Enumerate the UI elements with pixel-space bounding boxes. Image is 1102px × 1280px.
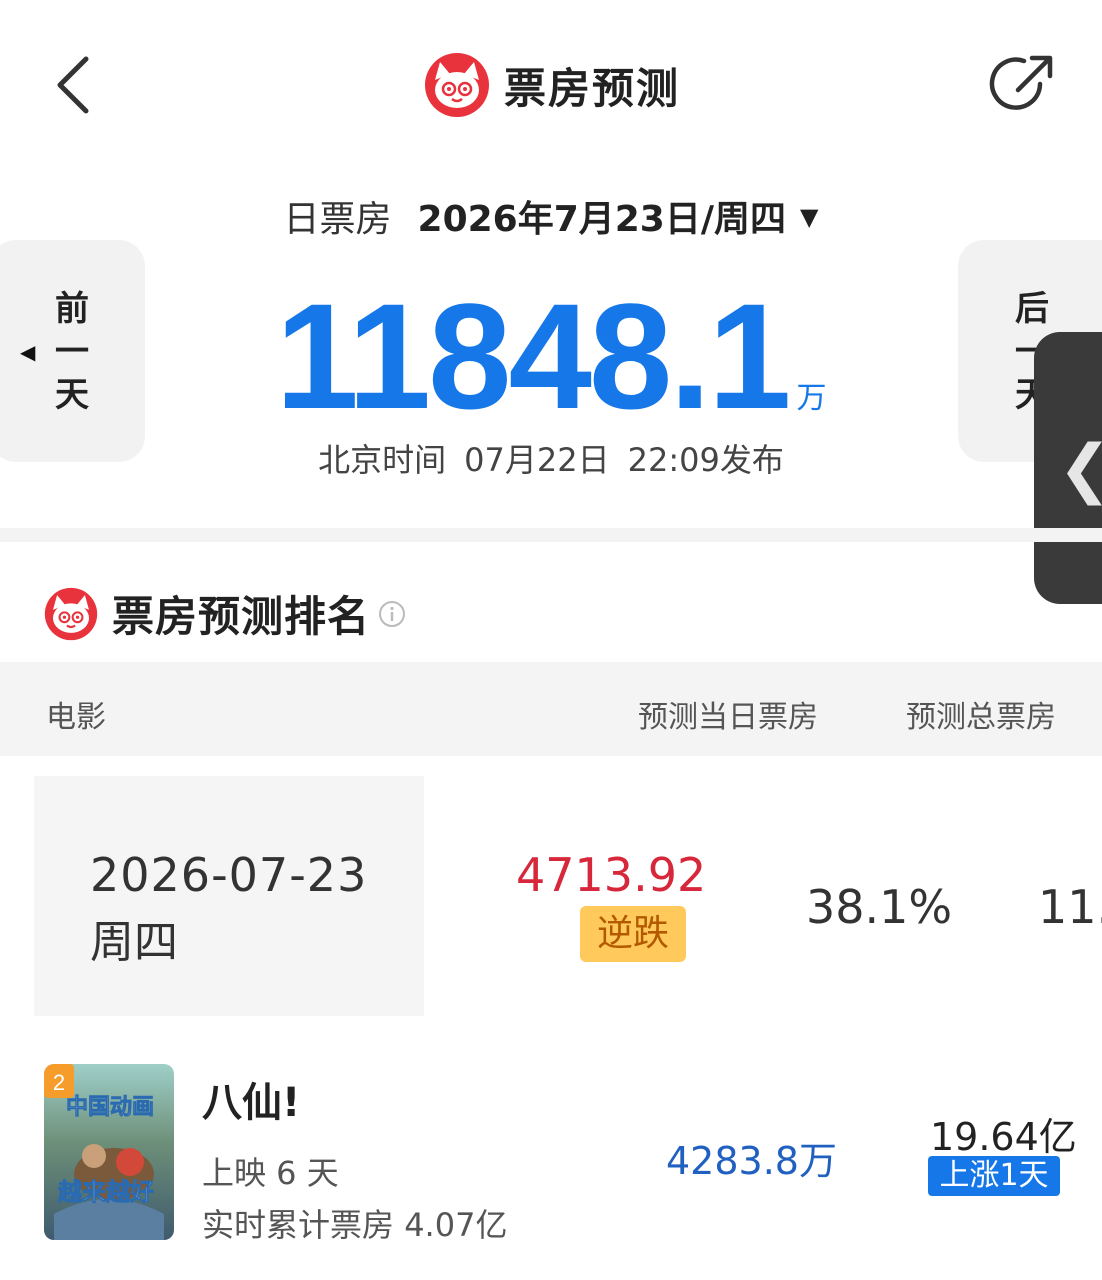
forecast-total-partial: 11.	[1038, 880, 1102, 934]
daily-box-office-total: 11848.1 万	[0, 270, 1102, 443]
poster-text-bottom: 越来越好	[58, 1178, 154, 1206]
poster-text-top: 中国动画	[66, 1095, 154, 1120]
column-header-total-forecast[interactable]: 预测总票房	[906, 692, 1056, 736]
forecast-date: 2026-07-23	[90, 848, 368, 902]
date-selector-label: 日票房	[283, 199, 392, 240]
forecast-day-value: 4713.92	[516, 848, 707, 902]
movie-title[interactable]: 八仙!	[202, 1070, 300, 1128]
maoyan-logo-icon	[425, 53, 489, 117]
chevron-left-icon: ❮	[1058, 432, 1102, 506]
total-unit: 万	[796, 381, 827, 416]
rank-badge: 2	[53, 1070, 65, 1095]
column-header-movie: 电影	[46, 700, 106, 735]
back-button[interactable]	[40, 45, 110, 125]
movie-total-forecast: 19.64亿	[930, 1115, 1077, 1159]
date-selector[interactable]: 日票房 2026年7月23日/周四 ▼	[0, 190, 1102, 242]
ranking-header: 票房预测排名	[44, 583, 406, 644]
forecast-weekday: 周四	[90, 917, 178, 968]
share-button[interactable]	[988, 50, 1058, 120]
floating-side-handle[interactable]: ❮	[1034, 332, 1102, 604]
trend-badge: 逆跌	[580, 906, 686, 962]
movie-list-item[interactable]: 2 中国动画 越来越好 八仙! 上映 6 天 实时累计票房 4.07亿 4283…	[0, 1062, 1102, 1280]
caret-down-icon[interactable]: ▼	[800, 203, 818, 231]
brand: 票房预测	[424, 50, 680, 120]
info-icon[interactable]	[378, 600, 406, 628]
forecast-share: 38.1%	[806, 880, 953, 934]
movie-poster: 2 中国动画 越来越好	[44, 1064, 174, 1240]
movie-days-released: 上映 6 天	[202, 1154, 339, 1192]
section-divider	[0, 528, 1102, 542]
total-value: 11848.1	[275, 272, 792, 440]
movie-cumulative: 实时累计票房 4.07亿	[202, 1206, 508, 1244]
ranking-title: 票房预测排名	[112, 592, 371, 641]
movie-day-forecast: 4283.8万	[666, 1139, 837, 1183]
publish-time: 北京时间 07月22日 22:09发布	[318, 441, 784, 479]
forecast-summary-row: 2026-07-23 周四 4713.92 逆跌 38.1% 11.	[0, 756, 1102, 1062]
date-selector-value[interactable]: 2026年7月23日/周四	[418, 199, 787, 240]
movie-trend-badge: 上涨1天	[928, 1156, 1060, 1196]
maoyan-logo-icon	[44, 587, 98, 640]
page-title: 票房预测	[504, 63, 681, 113]
column-header-day-forecast[interactable]: 预测当日票房	[638, 692, 818, 736]
app-header: 票房预测	[0, 0, 1102, 170]
ranking-column-headers: 电影 预测当日票房 预测总票房	[0, 662, 1102, 756]
